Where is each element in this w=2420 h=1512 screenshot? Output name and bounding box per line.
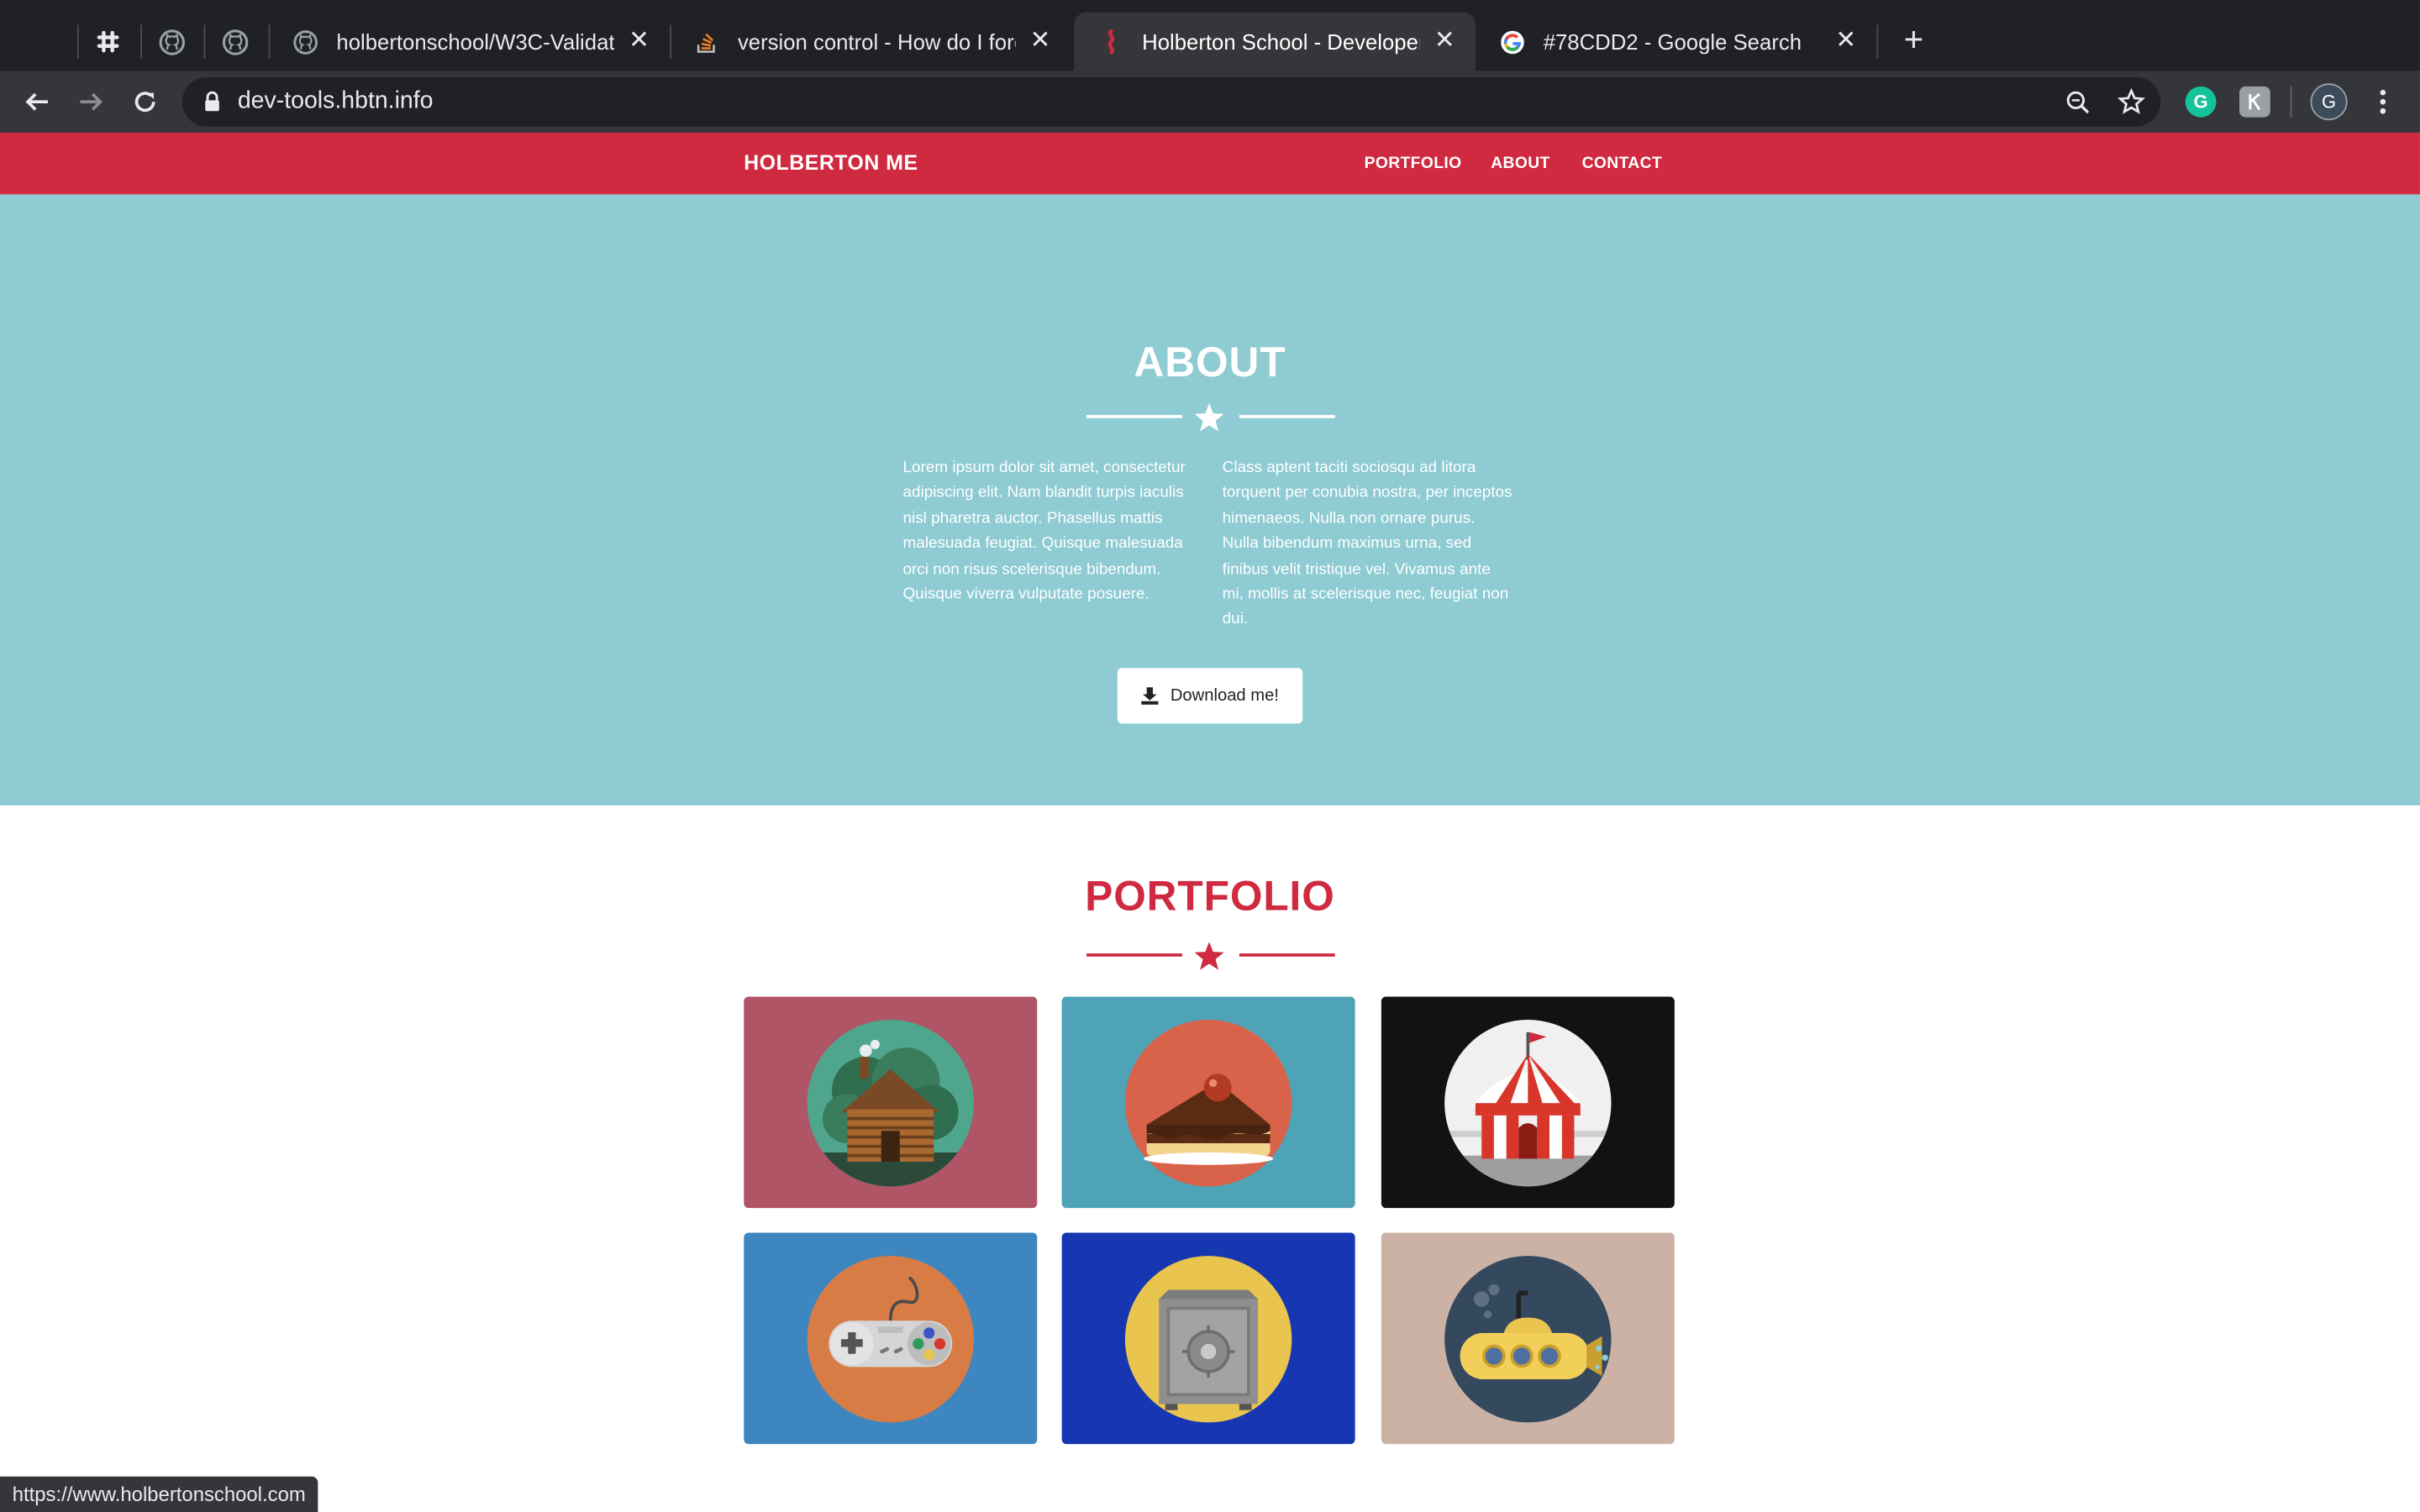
game-controller-icon <box>807 1255 974 1422</box>
lock-icon <box>203 91 220 120</box>
holberton-icon <box>1099 29 1123 55</box>
github-icon <box>293 29 318 54</box>
blank-pinned-tab[interactable] <box>18 13 80 71</box>
bookmark-star-icon[interactable] <box>2117 87 2146 116</box>
about-section: ABOUT Lorem ipsum dolor sit amet, consec… <box>0 194 2420 806</box>
extension-icon[interactable] <box>2239 86 2270 118</box>
portfolio-item-cake[interactable] <box>1061 996 1355 1209</box>
divider-line <box>1239 415 1335 418</box>
portfolio-title: PORTFOLIO <box>1085 873 1335 920</box>
new-tab-button[interactable]: + <box>1895 21 1932 59</box>
tab-separator <box>1876 24 1879 59</box>
portfolio-item-circus-tent[interactable] <box>1381 996 1675 1209</box>
nav-contact[interactable]: CONTACT <box>1582 155 1662 173</box>
tab-google-search[interactable]: #78CDD2 - Google Search ✕ <box>1476 13 1877 71</box>
address-bar[interactable]: dev-tools.hbtn.info <box>182 76 2161 127</box>
download-button[interactable]: Download me! <box>1117 668 1303 724</box>
url-text: dev-tools.hbtn.info <box>237 87 434 114</box>
cake-icon <box>1124 1019 1292 1186</box>
menu-dots-icon[interactable] <box>2363 81 2403 122</box>
google-icon <box>1500 29 1524 54</box>
close-icon[interactable]: ✕ <box>1028 29 1052 54</box>
site-brand[interactable]: HOLBERTON ME <box>744 151 918 175</box>
about-paragraph-right: Class aptent taciti sociosqu ad litora t… <box>1222 459 1512 629</box>
reload-icon[interactable] <box>125 81 166 122</box>
divider-line <box>1086 953 1182 957</box>
tab-title: Holberton School - Developer tools <box>1142 29 1420 55</box>
portfolio-item-safe[interactable] <box>1061 1232 1355 1445</box>
tab-w3c-validator[interactable]: holbertonschool/W3C-Validator ✕ <box>269 13 671 71</box>
browser-toolbar: dev-tools.hbtn.info G G <box>0 71 2420 133</box>
stackoverflow-icon <box>695 29 719 54</box>
star-icon <box>1193 941 1226 979</box>
slack-icon[interactable] <box>77 13 139 71</box>
link-status-bubble: https://www.holbertonschool.com <box>0 1476 318 1512</box>
nav-portfolio[interactable]: PORTFOLIO <box>1365 155 1462 173</box>
tab-title: holbertonschool/W3C-Validator <box>336 29 615 55</box>
toolbar-separator <box>2290 86 2292 118</box>
tab-stackoverflow[interactable]: version control - How do I force ✕ <box>670 13 1071 71</box>
about-title: ABOUT <box>1134 339 1286 386</box>
cabin-icon <box>807 1019 974 1186</box>
github-icon[interactable] <box>140 13 202 71</box>
star-icon <box>1193 402 1226 441</box>
download-icon <box>1141 686 1160 705</box>
portfolio-item-game-controller[interactable] <box>744 1232 1038 1445</box>
circus-tent-icon <box>1444 1019 1612 1186</box>
tab-holberton-devtools[interactable]: Holberton School - Developer tools ✕ <box>1074 12 1476 71</box>
close-icon[interactable]: ✕ <box>1432 29 1456 54</box>
github-icon[interactable] <box>203 13 265 71</box>
portfolio-item-cabin[interactable] <box>744 996 1038 1209</box>
divider-line <box>1086 415 1182 418</box>
nav-about[interactable]: ABOUT <box>1491 155 1549 173</box>
about-paragraph-left: Lorem ipsum dolor sit amet, consectetur … <box>902 459 1186 604</box>
divider-line <box>1239 953 1335 957</box>
portfolio-item-submarine[interactable] <box>1381 1232 1675 1445</box>
site-navbar: HOLBERTON ME PORTFOLIO ABOUT CONTACT <box>0 132 2420 195</box>
forward-arrow-icon[interactable] <box>71 81 111 122</box>
close-icon[interactable]: ✕ <box>1833 29 1858 54</box>
safe-icon <box>1124 1255 1292 1422</box>
profile-avatar[interactable]: G <box>2310 83 2348 121</box>
browser-tab-strip: holbertonschool/W3C-Validator ✕ version … <box>0 0 2420 71</box>
submarine-icon <box>1444 1255 1612 1422</box>
grammarly-extension-icon[interactable]: G <box>2185 86 2217 118</box>
close-icon[interactable]: ✕ <box>627 29 651 54</box>
zoom-icon[interactable] <box>2064 88 2091 116</box>
tab-title: #78CDD2 - Google Search <box>1543 29 1802 55</box>
download-label: Download me! <box>1170 686 1279 706</box>
tab-title: version control - How do I force <box>737 29 1016 55</box>
back-arrow-icon[interactable] <box>17 81 57 122</box>
